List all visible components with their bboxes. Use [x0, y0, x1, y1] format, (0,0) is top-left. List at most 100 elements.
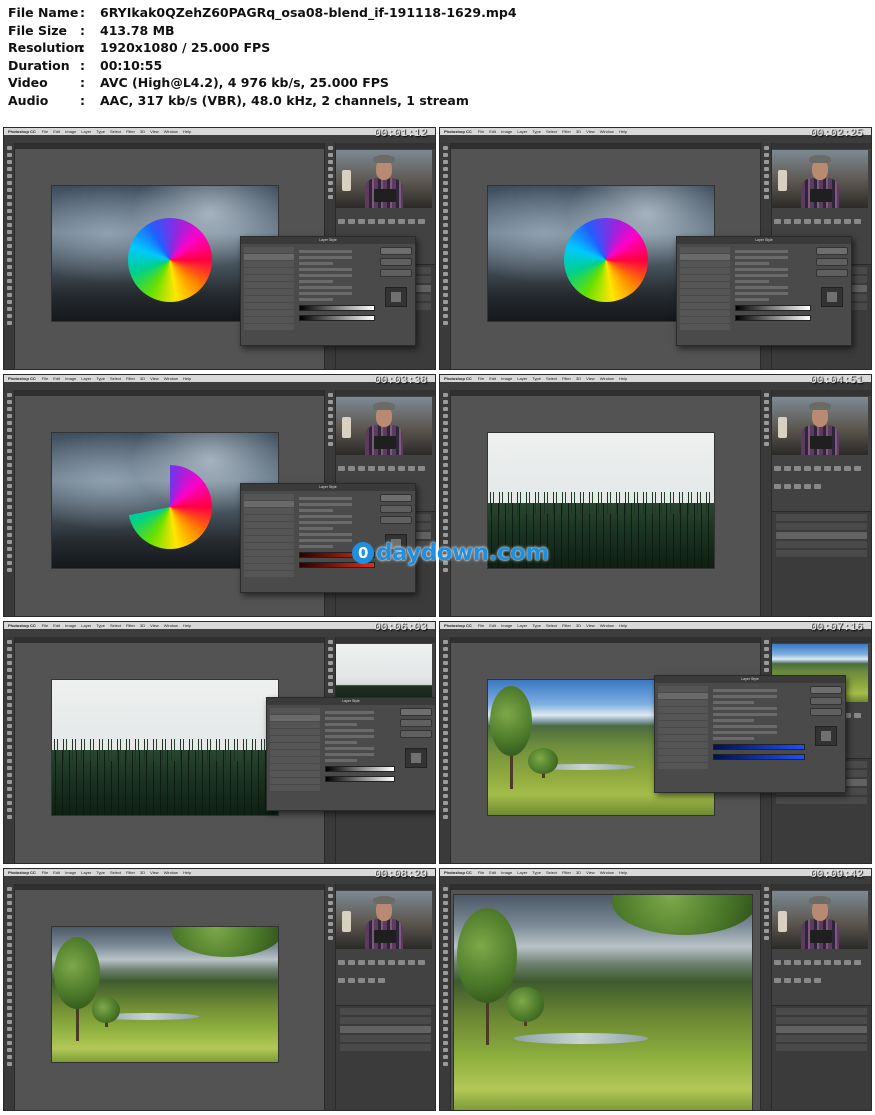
menu-type[interactable]: Type: [532, 623, 541, 628]
layer-row[interactable]: [776, 550, 867, 558]
style-list-item[interactable]: [244, 254, 294, 260]
adjustment-icon[interactable]: [348, 960, 355, 965]
menu-window[interactable]: Window: [600, 870, 614, 875]
menu-image[interactable]: Image: [501, 870, 512, 875]
menu-3d[interactable]: 3D: [140, 129, 145, 134]
layer-row[interactable]: [340, 1035, 431, 1043]
menu-help[interactable]: Help: [619, 870, 627, 875]
layer-row[interactable]: [340, 1017, 431, 1025]
tool-icon[interactable]: [442, 484, 448, 488]
menu-3d[interactable]: 3D: [576, 376, 581, 381]
style-list-item[interactable]: [244, 494, 294, 500]
tool-icon[interactable]: [6, 491, 12, 495]
style-list-item[interactable]: [244, 536, 294, 542]
document-tab[interactable]: [451, 884, 761, 890]
tool-icon[interactable]: [6, 1006, 12, 1010]
tool-icon[interactable]: [6, 647, 12, 651]
panel-icon[interactable]: [327, 160, 333, 164]
tool-icon[interactable]: [442, 272, 448, 276]
panel-icon[interactable]: [763, 929, 769, 933]
tool-icon[interactable]: [442, 908, 448, 912]
option-row[interactable]: [735, 256, 789, 259]
menu-filter[interactable]: Filter: [126, 376, 135, 381]
tool-icon[interactable]: [442, 223, 448, 227]
adjustment-icon[interactable]: [388, 219, 395, 224]
panel-tabs[interactable]: [772, 637, 871, 643]
tool-icon[interactable]: [442, 1006, 448, 1010]
tool-icon[interactable]: [442, 887, 448, 891]
panel-icon[interactable]: [327, 689, 333, 693]
menu-image[interactable]: Image: [501, 376, 512, 381]
panel-tabs[interactable]: [772, 884, 871, 890]
adjustment-icon[interactable]: [408, 466, 415, 471]
style-list-item[interactable]: [658, 721, 708, 727]
cancel-button[interactable]: [380, 505, 412, 513]
panel-icon[interactable]: [763, 894, 769, 898]
option-row[interactable]: [299, 280, 334, 283]
tool-icon[interactable]: [442, 1055, 448, 1059]
menu-type[interactable]: Type: [96, 129, 105, 134]
tool-icon[interactable]: [442, 174, 448, 178]
menu-file[interactable]: File: [478, 376, 484, 381]
panel-icon[interactable]: [763, 146, 769, 150]
tool-icon[interactable]: [442, 286, 448, 290]
tool-icon[interactable]: [6, 703, 12, 707]
tool-icon[interactable]: [442, 237, 448, 241]
adjustment-icon[interactable]: [834, 466, 841, 471]
adjustment-icon[interactable]: [368, 960, 375, 965]
menu-filter[interactable]: Filter: [562, 129, 571, 134]
panel-icon[interactable]: [327, 146, 333, 150]
menu-file[interactable]: File: [42, 623, 48, 628]
adjustment-icon[interactable]: [398, 960, 405, 965]
adjustment-icon[interactable]: [844, 960, 851, 965]
panel-icon[interactable]: [763, 647, 769, 651]
menu-select[interactable]: Select: [546, 376, 557, 381]
style-list-item[interactable]: [658, 728, 708, 734]
panel-tabs[interactable]: [336, 143, 435, 149]
tool-icon[interactable]: [6, 985, 12, 989]
panel-icon[interactable]: [763, 188, 769, 192]
menu-window[interactable]: Window: [600, 129, 614, 134]
tool-icon[interactable]: [442, 957, 448, 961]
style-list-item[interactable]: [658, 756, 708, 762]
tool-icon[interactable]: [442, 188, 448, 192]
tool-icon[interactable]: [442, 738, 448, 742]
tool-icon[interactable]: [6, 505, 12, 509]
adjustment-icon[interactable]: [418, 466, 425, 471]
style-list-item[interactable]: [680, 268, 730, 274]
tool-icon[interactable]: [442, 759, 448, 763]
menu-layer[interactable]: Layer: [81, 376, 91, 381]
tool-icon[interactable]: [442, 801, 448, 805]
tool-icon[interactable]: [442, 936, 448, 940]
panel-icon[interactable]: [763, 181, 769, 185]
tool-icon[interactable]: [6, 449, 12, 453]
panel-icon[interactable]: [763, 195, 769, 199]
style-list-item[interactable]: [270, 743, 320, 749]
tool-icon[interactable]: [442, 647, 448, 651]
tool-icon[interactable]: [442, 717, 448, 721]
tool-icon[interactable]: [6, 442, 12, 446]
adjustment-icon[interactable]: [814, 219, 821, 224]
tool-icon[interactable]: [6, 470, 12, 474]
adjustment-icon[interactable]: [338, 219, 345, 224]
tool-icon[interactable]: [442, 505, 448, 509]
tool-icon[interactable]: [442, 421, 448, 425]
style-list-item[interactable]: [658, 693, 708, 699]
tool-icon[interactable]: [442, 901, 448, 905]
app-menu[interactable]: Photoshop CC: [444, 129, 472, 134]
tool-icon[interactable]: [6, 400, 12, 404]
tool-icon[interactable]: [6, 540, 12, 544]
cancel-button[interactable]: [810, 697, 842, 705]
panel-icon[interactable]: [327, 414, 333, 418]
tool-icon[interactable]: [442, 710, 448, 714]
option-row[interactable]: [713, 737, 755, 740]
menu-view[interactable]: View: [586, 376, 595, 381]
tool-icon[interactable]: [6, 1020, 12, 1024]
panel-icon[interactable]: [327, 922, 333, 926]
panel-icon[interactable]: [327, 195, 333, 199]
tool-icon[interactable]: [442, 922, 448, 926]
adjustment-icon[interactable]: [804, 960, 811, 965]
menu-file[interactable]: File: [42, 376, 48, 381]
menu-window[interactable]: Window: [164, 870, 178, 875]
adjustment-icon[interactable]: [418, 960, 425, 965]
